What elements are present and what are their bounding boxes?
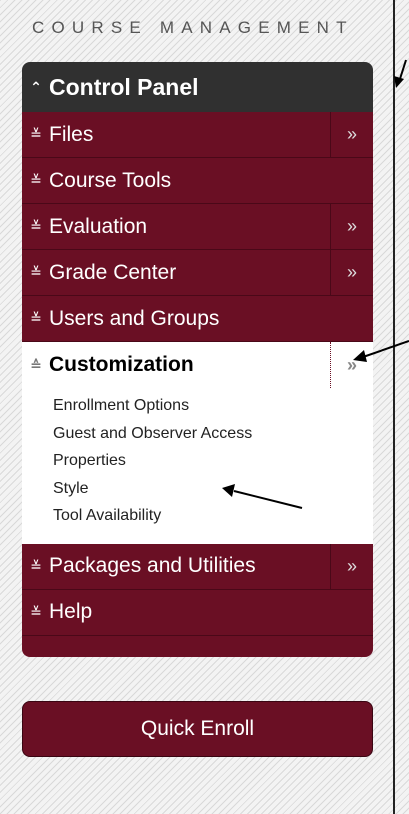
section-title: COURSE MANAGEMENT <box>32 18 354 37</box>
more-icon[interactable]: » <box>330 112 373 157</box>
submenu-item-style[interactable]: Style <box>53 475 373 503</box>
menu-item-course-tools[interactable]: ≚ Course Tools <box>22 158 373 204</box>
chevron-down-icon: ≚ <box>30 557 42 574</box>
menu-item-customization[interactable]: ≙ Customization » <box>22 342 373 388</box>
chevron-down-icon: ≚ <box>30 172 42 188</box>
menu-item-label: Users and Groups <box>49 306 220 330</box>
submenu-item-enrollment-options[interactable]: Enrollment Options <box>53 392 373 420</box>
control-panel-footer <box>22 634 373 657</box>
menu-item-label: Packages and Utilities <box>49 554 256 577</box>
chevron-up-icon: ≙ <box>30 356 42 373</box>
menu-item-label: Evaluation <box>49 214 148 238</box>
control-panel-title: Control Panel <box>49 73 199 100</box>
chevron-down-icon: ≚ <box>30 218 42 234</box>
menu-item-label: Customization <box>49 353 194 376</box>
chevron-down-icon: ≚ <box>30 603 42 620</box>
annotation-arrowhead-top <box>394 76 404 88</box>
menu-item-grade-center[interactable]: ≚ Grade Center » <box>22 250 373 296</box>
menu-item-files[interactable]: ≚ Files » <box>22 112 373 158</box>
menu-item-label: Help <box>49 600 93 623</box>
more-icon[interactable]: » <box>330 543 373 589</box>
chevron-down-icon: ≚ <box>30 126 42 142</box>
customization-submenu: Enrollment Options Guest and Observer Ac… <box>22 388 373 544</box>
submenu-item-tool-availability[interactable]: Tool Availability <box>53 502 373 530</box>
menu-item-label: Grade Center <box>49 260 177 284</box>
quick-enroll-button[interactable]: Quick Enroll <box>22 701 373 757</box>
more-icon[interactable]: » <box>330 342 373 388</box>
menu-item-label: Course Tools <box>49 168 172 192</box>
menu-item-users-and-groups[interactable]: ≚ Users and Groups <box>22 296 373 342</box>
chevron-down-icon: ≚ <box>30 310 42 326</box>
menu-item-packages-and-utilities[interactable]: ≚ Packages and Utilities » <box>22 543 373 590</box>
menu-item-evaluation[interactable]: ≚ Evaluation » <box>22 204 373 250</box>
more-icon[interactable]: » <box>330 250 373 295</box>
menu-item-label: Files <box>49 122 94 146</box>
control-panel-header[interactable]: ⌃ Control Panel <box>22 62 373 112</box>
menu-item-help[interactable]: ≚ Help <box>22 589 373 636</box>
chevron-down-icon: ≚ <box>30 264 42 280</box>
annotation-arrow-top <box>398 59 407 83</box>
control-panel: ⌃ Control Panel ≚ Files » ≚ Course Tools… <box>22 62 373 657</box>
submenu-item-guest-and-observer-access[interactable]: Guest and Observer Access <box>53 420 373 448</box>
more-icon[interactable]: » <box>330 204 373 249</box>
chevron-up-icon: ⌃ <box>30 78 42 95</box>
submenu-item-properties[interactable]: Properties <box>53 447 373 475</box>
